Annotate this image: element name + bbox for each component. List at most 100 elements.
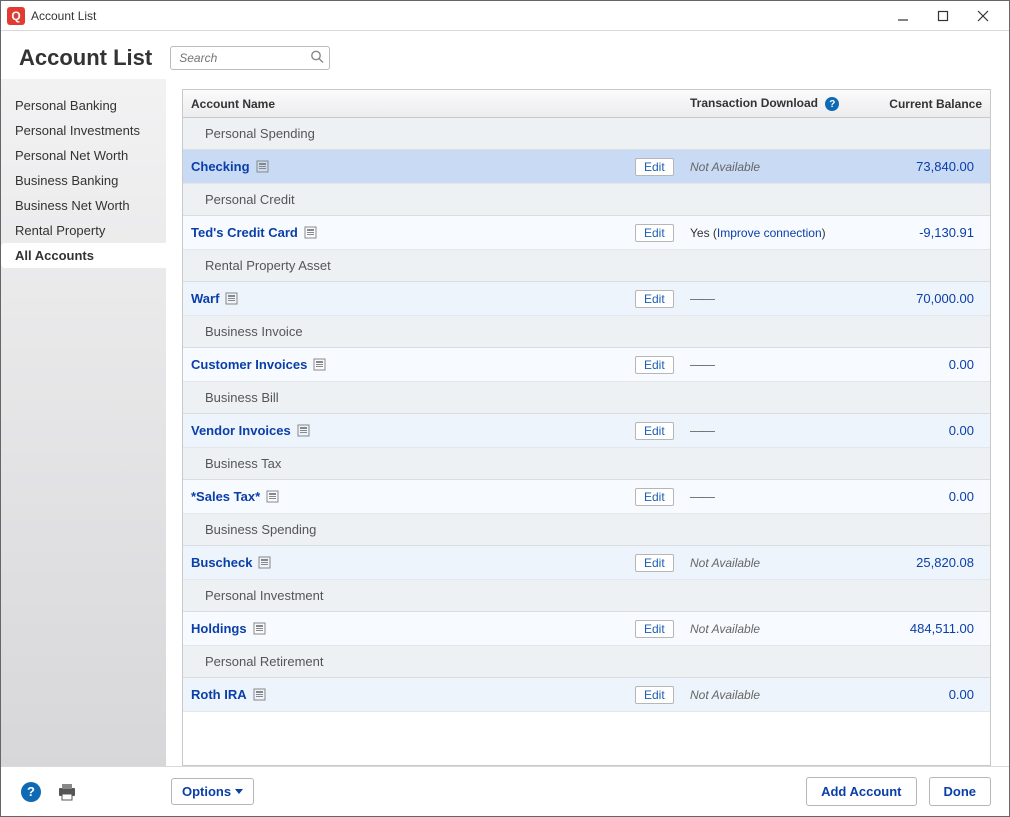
account-row[interactable]: Ted's Credit Card Edit Yes (Improve connec… [183, 216, 990, 250]
transaction-status-dash: —— [690, 423, 714, 438]
group-row: Rental Property Asset [183, 250, 990, 282]
help-button[interactable]: ? [19, 780, 43, 804]
edit-cell: Edit [635, 686, 690, 704]
sidebar-item[interactable]: Business Net Worth [1, 193, 166, 218]
page-title: Account List [19, 45, 152, 71]
account-register-icon[interactable] [258, 556, 271, 569]
transaction-status: Not Available [690, 556, 760, 570]
col-header-account-name[interactable]: Account Name [183, 97, 635, 111]
account-register-icon[interactable] [313, 358, 326, 371]
account-row[interactable]: Customer Invoices Edit —— 0.00 [183, 348, 990, 382]
transaction-status: Not Available [690, 688, 760, 702]
account-name-cell: Buscheck [183, 555, 635, 570]
account-row[interactable]: Holdings Edit Not Available484,511.00 [183, 612, 990, 646]
add-account-button[interactable]: Add Account [806, 777, 916, 806]
transaction-download-cell: Not Available [690, 621, 885, 636]
account-row[interactable]: Vendor Invoices Edit —— 0.00 [183, 414, 990, 448]
done-button[interactable]: Done [929, 777, 992, 806]
group-row: Personal Investment [183, 580, 990, 612]
edit-cell: Edit [635, 290, 690, 308]
transaction-status-dash: —— [690, 357, 714, 372]
edit-button[interactable]: Edit [635, 290, 674, 308]
account-name-cell: Customer Invoices [183, 357, 635, 372]
balance-value: 484,511.00 [885, 621, 982, 636]
transaction-status: Not Available [690, 160, 760, 174]
transaction-status: Yes (Improve connection) [690, 226, 826, 240]
account-name-link[interactable]: Buscheck [191, 555, 252, 570]
body: Personal BankingPersonal InvestmentsPers… [1, 79, 1009, 766]
group-row: Business Invoice [183, 316, 990, 348]
account-row[interactable]: Roth IRAEditNot Available0.00 [183, 678, 990, 712]
header: Account List [1, 31, 1009, 79]
table-body[interactable]: Personal Spending Checking Edit Not Availab… [183, 118, 990, 765]
edit-button[interactable]: Edit [635, 224, 674, 242]
group-row: Business Tax [183, 448, 990, 480]
account-row[interactable]: CheckingEditNot Available73,840.00 [183, 150, 990, 184]
account-register-icon[interactable] [304, 226, 317, 239]
search-wrap [170, 46, 330, 70]
help-icon[interactable]: ? [825, 97, 839, 111]
sidebar-item[interactable]: Business Banking [1, 168, 166, 193]
balance-cell: 0.00 [885, 423, 990, 438]
account-name-link[interactable]: *Sales Tax* [191, 489, 260, 504]
close-button[interactable] [963, 2, 1003, 30]
sidebar-item[interactable]: Rental Property [1, 218, 166, 243]
minimize-button[interactable] [883, 2, 923, 30]
sidebar-item[interactable]: All Accounts [1, 243, 166, 268]
col-header-transaction-download[interactable]: Transaction Download ? [690, 96, 885, 112]
col-header-current-balance[interactable]: Current Balance [885, 97, 990, 111]
app-icon: Q [7, 7, 25, 25]
account-name-cell: Vendor Invoices [183, 423, 635, 438]
account-row[interactable]: WarfEdit——70,000.00 [183, 282, 990, 316]
maximize-button[interactable] [923, 2, 963, 30]
group-row: Personal Spending [183, 118, 990, 150]
edit-button[interactable]: Edit [635, 356, 674, 374]
options-button[interactable]: Options [171, 778, 254, 805]
sidebar-item[interactable]: Personal Investments [1, 118, 166, 143]
account-register-icon[interactable] [225, 292, 238, 305]
titlebar: Q Account List [1, 1, 1009, 31]
account-name-link[interactable]: Warf [191, 291, 219, 306]
transaction-download-cell: —— [690, 423, 885, 438]
sidebar-item[interactable]: Personal Banking [1, 93, 166, 118]
account-name-link[interactable]: Holdings [191, 621, 247, 636]
edit-button[interactable]: Edit [635, 488, 674, 506]
account-register-icon[interactable] [253, 622, 266, 635]
transaction-download-cell: Not Available [690, 159, 885, 174]
account-name-link[interactable]: Roth IRA [191, 687, 247, 702]
account-name-cell: Holdings [183, 621, 635, 636]
account-name-link[interactable]: Vendor Invoices [191, 423, 291, 438]
account-name-link[interactable]: Checking [191, 159, 250, 174]
window-controls [883, 2, 1003, 30]
account-register-icon[interactable] [297, 424, 310, 437]
balance-value: 0.00 [885, 357, 982, 372]
edit-button[interactable]: Edit [635, 422, 674, 440]
search-input[interactable] [170, 46, 330, 70]
edit-button[interactable]: Edit [635, 158, 674, 176]
account-row[interactable]: *Sales Tax*Edit——0.00 [183, 480, 990, 514]
balance-cell: -9,130.91 [885, 225, 990, 240]
account-name-link[interactable]: Customer Invoices [191, 357, 307, 372]
account-row[interactable]: Buscheck Edit Not Available 25,820.08 [183, 546, 990, 580]
account-register-icon[interactable] [256, 160, 269, 173]
balance-value: 70,000.00 [885, 291, 982, 306]
edit-cell: Edit [635, 620, 690, 638]
balance-cell: 25,820.08 [885, 555, 990, 570]
improve-connection-link[interactable]: Improve connection [717, 226, 822, 240]
edit-button[interactable]: Edit [635, 620, 674, 638]
balance-cell: 484,511.00 [885, 621, 990, 636]
account-table: Account Name Transaction Download ? Curr… [182, 89, 991, 766]
account-register-icon[interactable] [253, 688, 266, 701]
edit-button[interactable]: Edit [635, 686, 674, 704]
options-label: Options [182, 784, 231, 799]
sidebar-item[interactable]: Personal Net Worth [1, 143, 166, 168]
account-name-cell: Roth IRA [183, 687, 635, 702]
printer-icon [57, 783, 77, 801]
account-register-icon[interactable] [266, 490, 279, 503]
edit-button[interactable]: Edit [635, 554, 674, 572]
account-name-link[interactable]: Ted's Credit Card [191, 225, 298, 240]
balance-value: 25,820.08 [885, 555, 982, 570]
account-name-cell: Warf [183, 291, 635, 306]
balance-cell: 70,000.00 [885, 291, 990, 306]
print-button[interactable] [55, 780, 79, 804]
